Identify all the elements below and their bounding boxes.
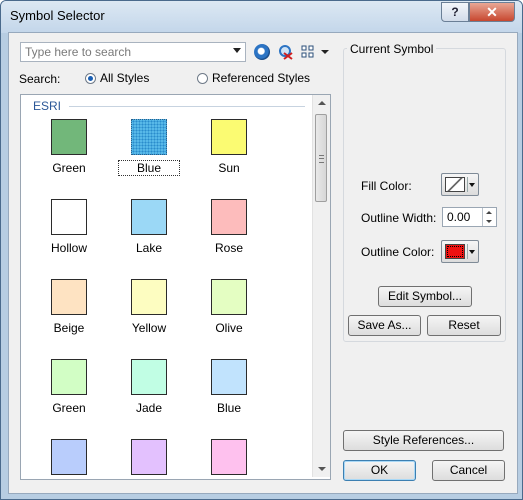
spin-up-icon[interactable] (486, 211, 492, 214)
clear-search-icon[interactable] (278, 44, 294, 60)
title-bar: Symbol Selector ? ✕ (1, 1, 522, 33)
symbol-item[interactable] (199, 439, 259, 479)
symbol-label: Hollow (50, 241, 87, 255)
ok-button[interactable]: OK (343, 460, 416, 481)
view-options-icon[interactable] (301, 45, 315, 59)
symbol-swatch[interactable] (211, 439, 247, 475)
symbol-label: Jade (135, 401, 163, 415)
symbol-swatch[interactable] (51, 199, 87, 235)
cancel-button[interactable]: Cancel (432, 460, 505, 481)
radio-all-styles-label: All Styles (100, 71, 150, 85)
spin-down-icon[interactable] (486, 220, 492, 223)
symbol-item[interactable]: Rose (199, 199, 259, 255)
search-input[interactable] (21, 43, 225, 61)
view-dropdown-icon[interactable] (321, 50, 329, 54)
separator (467, 244, 468, 259)
symbol-gallery: ESRI Green Blue Sun Hollow Lake Rose Beige Yell… (20, 94, 331, 480)
search-icon[interactable] (254, 44, 270, 60)
style-group-header: ESRI (33, 99, 62, 113)
scroll-up-icon[interactable] (318, 101, 326, 105)
symbol-item[interactable]: Green (39, 359, 99, 415)
symbol-item[interactable]: Blue (199, 359, 259, 415)
style-references-button[interactable]: Style References... (343, 430, 504, 451)
grip-icon (319, 155, 324, 163)
symbol-label: Olive (215, 321, 243, 335)
outline-width-label: Outline Width: (361, 211, 437, 225)
outline-width-value[interactable]: 0.00 (447, 210, 470, 224)
fill-color-swatch (445, 177, 465, 192)
symbol-swatch[interactable] (131, 119, 167, 155)
search-combobox[interactable] (20, 42, 246, 62)
symbol-swatch[interactable] (211, 119, 247, 155)
symbol-label: Yellow (131, 321, 167, 335)
symbol-label: Blue (118, 160, 180, 176)
symbol-item[interactable]: Lake (119, 199, 179, 255)
window-title: Symbol Selector (10, 8, 105, 23)
symbol-item[interactable]: Hollow (39, 199, 99, 255)
symbol-swatch[interactable] (51, 279, 87, 315)
current-symbol-title: Current Symbol (347, 42, 437, 56)
outline-color-swatch (445, 244, 465, 259)
gallery-scrollbar[interactable] (312, 95, 330, 477)
radio-referenced-styles-label: Referenced Styles (212, 71, 311, 85)
chevron-down-icon (469, 183, 475, 187)
symbol-label: Blue (216, 401, 242, 415)
symbol-item[interactable] (39, 439, 99, 479)
fill-color-label: Fill Color: (361, 179, 412, 193)
symbol-item[interactable]: Yellow (119, 279, 179, 335)
symbol-swatch[interactable] (131, 439, 167, 475)
separator (467, 177, 468, 192)
symbol-item[interactable]: Olive (199, 279, 259, 335)
outline-color-button[interactable] (441, 240, 479, 263)
scroll-down-icon[interactable] (318, 467, 326, 471)
symbol-label: Rose (214, 241, 243, 255)
search-scope-label: Search: (19, 72, 61, 86)
dialog-body: Search: All Styles Referenced Styles ESR… (8, 32, 518, 494)
edit-symbol-button[interactable]: Edit Symbol... (378, 286, 472, 307)
symbol-swatch[interactable] (51, 119, 87, 155)
symbol-label: Sun (218, 161, 240, 175)
close-button[interactable]: ✕ (469, 2, 515, 22)
symbol-swatch[interactable] (131, 359, 167, 395)
symbol-item[interactable]: Beige (39, 279, 99, 335)
outline-width-spinner[interactable]: 0.00 (442, 207, 497, 227)
symbol-swatch[interactable] (211, 359, 247, 395)
symbol-swatch[interactable] (211, 279, 247, 315)
symbol-swatch[interactable] (211, 199, 247, 235)
scroll-thumb[interactable] (315, 114, 327, 202)
symbol-selector-window: Symbol Selector ? ✕ Search: All Styles (0, 0, 523, 500)
reset-button[interactable]: Reset (427, 315, 501, 336)
radio-all-styles[interactable]: All Styles (85, 71, 149, 85)
symbol-item[interactable] (119, 439, 179, 479)
fill-color-button[interactable] (441, 173, 479, 196)
radio-referenced-styles[interactable]: Referenced Styles (197, 71, 310, 85)
symbol-swatch[interactable] (131, 279, 167, 315)
symbol-label: Beige (53, 321, 85, 335)
group-divider (69, 106, 305, 107)
symbol-item[interactable]: Jade (119, 359, 179, 415)
symbol-label: Lake (135, 241, 163, 255)
chevron-down-icon (469, 250, 475, 254)
help-button[interactable]: ? (441, 2, 469, 22)
symbol-label: Green (52, 401, 86, 415)
radio-on-icon[interactable] (85, 72, 96, 84)
symbol-swatch[interactable] (51, 359, 87, 395)
symbol-item[interactable]: Sun (199, 119, 259, 175)
symbol-label: Green (52, 161, 86, 175)
symbol-item[interactable]: Blue (118, 119, 180, 176)
symbol-item[interactable]: Green (39, 119, 99, 175)
symbol-swatch[interactable] (131, 199, 167, 235)
chevron-down-icon[interactable] (233, 48, 241, 53)
spinner-buttons[interactable] (482, 208, 496, 226)
symbol-swatch[interactable] (51, 439, 87, 475)
outline-color-label: Outline Color: (361, 245, 435, 259)
save-as-button[interactable]: Save As... (348, 315, 421, 336)
radio-off-icon[interactable] (197, 72, 208, 84)
